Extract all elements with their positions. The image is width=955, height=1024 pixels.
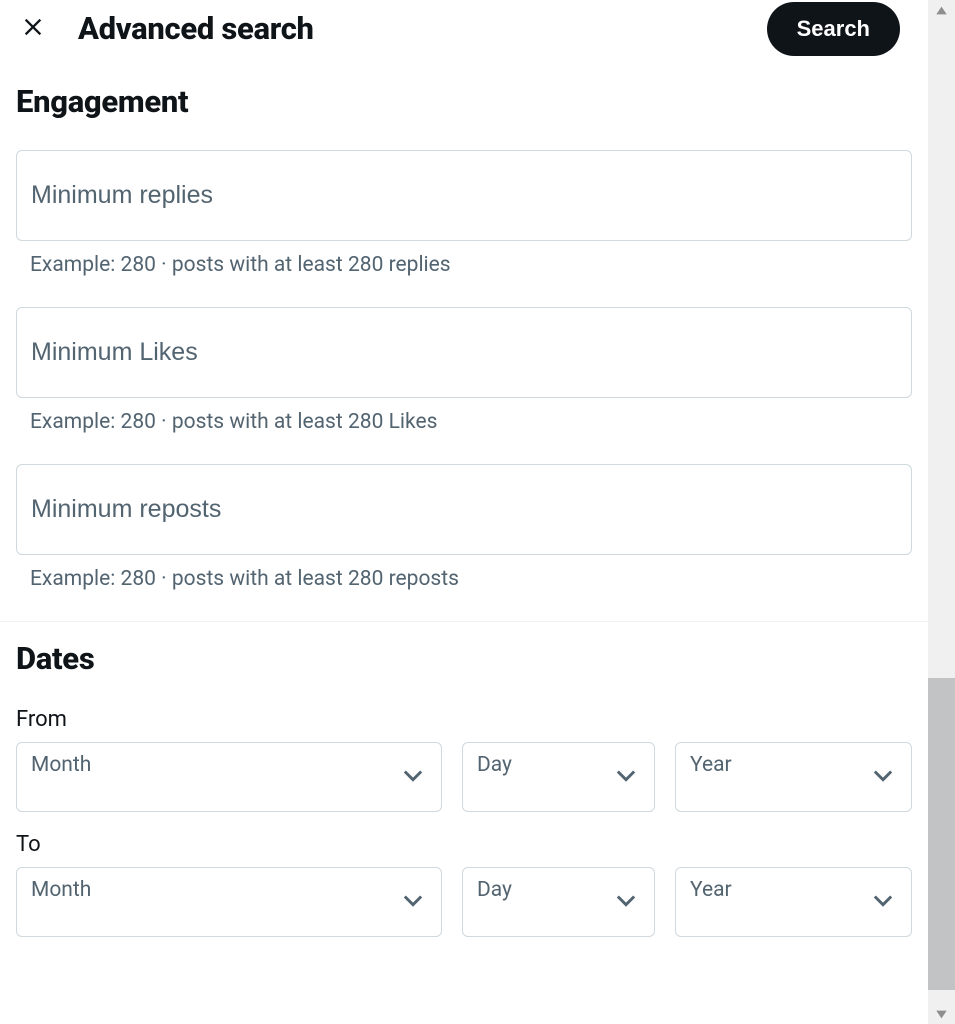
section-divider xyxy=(0,621,928,622)
dates-section: Dates From Month Day Year T xyxy=(0,640,928,937)
from-year-select[interactable]: Year xyxy=(675,742,912,812)
min-likes-help: Example: 280 · posts with at least 280 L… xyxy=(16,410,912,434)
chevron-down-icon xyxy=(869,761,897,793)
chevron-down-icon xyxy=(612,761,640,793)
min-replies-group: Example: 280 · posts with at least 280 r… xyxy=(16,150,912,277)
from-month-label: Month xyxy=(31,753,91,777)
to-day-select[interactable]: Day xyxy=(462,867,655,937)
min-replies-help: Example: 280 · posts with at least 280 r… xyxy=(16,253,912,277)
search-button[interactable]: Search xyxy=(767,2,900,56)
chevron-down-icon xyxy=(612,886,640,918)
from-day-select[interactable]: Day xyxy=(462,742,655,812)
scrollbar-down-arrow-icon[interactable] xyxy=(928,1004,955,1024)
to-year-label: Year xyxy=(690,878,732,902)
scrollbar-thumb[interactable] xyxy=(928,678,955,990)
to-month-label: Month xyxy=(31,878,91,902)
dates-heading: Dates xyxy=(16,640,912,677)
min-reposts-help: Example: 280 · posts with at least 280 r… xyxy=(16,567,912,591)
from-day-label: Day xyxy=(477,753,512,777)
min-reposts-group: Example: 280 · posts with at least 280 r… xyxy=(16,464,912,591)
to-label: To xyxy=(16,832,912,857)
from-month-select[interactable]: Month xyxy=(16,742,442,812)
from-date-row: Month Day Year xyxy=(16,742,912,812)
modal-header: Advanced search Search xyxy=(0,0,928,65)
from-label: From xyxy=(16,707,912,732)
to-year-select[interactable]: Year xyxy=(675,867,912,937)
engagement-heading: Engagement xyxy=(16,83,912,120)
chevron-down-icon xyxy=(399,761,427,793)
close-icon xyxy=(22,16,44,41)
engagement-section: Engagement Example: 280 · posts with at … xyxy=(0,83,928,591)
modal-title: Advanced search xyxy=(78,10,314,47)
to-day-label: Day xyxy=(477,878,512,902)
min-reposts-input[interactable] xyxy=(16,464,912,555)
min-likes-group: Example: 280 · posts with at least 280 L… xyxy=(16,307,912,434)
to-date-row: Month Day Year xyxy=(16,867,912,937)
chevron-down-icon xyxy=(869,886,897,918)
min-likes-input[interactable] xyxy=(16,307,912,398)
scrollbar-up-arrow-icon[interactable] xyxy=(928,0,955,20)
to-month-select[interactable]: Month xyxy=(16,867,442,937)
scrollbar[interactable] xyxy=(928,0,955,1024)
min-replies-input[interactable] xyxy=(16,150,912,241)
chevron-down-icon xyxy=(399,886,427,918)
from-year-label: Year xyxy=(690,753,732,777)
close-button[interactable] xyxy=(16,10,50,47)
